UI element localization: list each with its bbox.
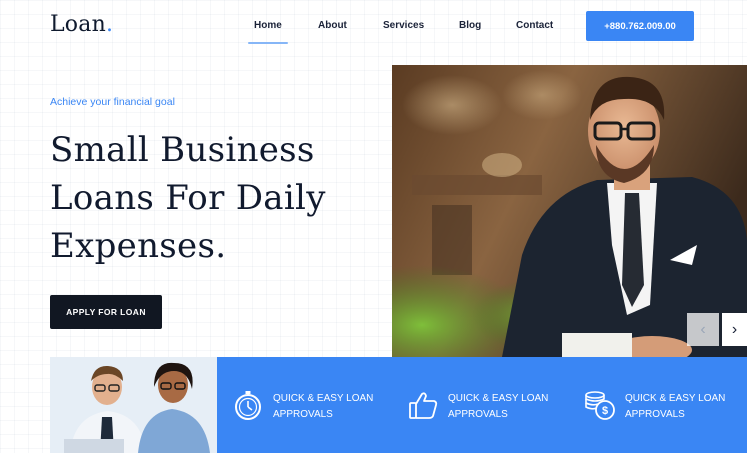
brand-dot: .	[105, 12, 114, 37]
slider-prev-button[interactable]: ‹	[687, 313, 719, 346]
nav-item-contact[interactable]: Contact	[516, 20, 553, 31]
brand-logo[interactable]: Loan.	[50, 12, 113, 37]
feature-item-3: $ QUICK & EASY LOAN APPROVALS	[584, 389, 735, 423]
phone-button[interactable]: +880.762.009.00	[586, 11, 694, 41]
coins-icon: $	[585, 391, 615, 420]
apply-for-loan-button[interactable]: APPLY FOR LOAN	[50, 295, 162, 329]
svg-text:$: $	[602, 405, 608, 417]
features-bar: QUICK & EASY LOAN APPROVALS QUICK & EASY…	[217, 357, 747, 453]
hero-eyebrow: Achieve your financial goal	[50, 96, 175, 108]
feature-item-2: QUICK & EASY LOAN APPROVALS	[407, 389, 558, 423]
nav-item-blog[interactable]: Blog	[459, 20, 481, 31]
nav-item-services[interactable]: Services	[383, 20, 424, 31]
brand-name: Loan	[50, 12, 106, 37]
team-photo	[50, 357, 217, 453]
hero-headline: Small Business Loans For Daily Expenses.	[50, 130, 326, 266]
team-image	[50, 357, 217, 453]
feature-item-1: QUICK & EASY LOAN APPROVALS	[232, 389, 383, 423]
nav-item-about[interactable]: About	[318, 20, 347, 31]
feature-text-2: QUICK & EASY LOAN APPROVALS	[448, 393, 549, 420]
slider-next-button[interactable]: ›	[722, 313, 747, 346]
stopwatch-icon	[235, 391, 261, 420]
thumbs-up-icon	[409, 392, 438, 419]
nav-item-home[interactable]: Home	[248, 20, 288, 44]
feature-text-1: QUICK & EASY LOAN APPROVALS	[273, 393, 374, 420]
feature-text-3: QUICK & EASY LOAN APPROVALS	[625, 393, 726, 420]
